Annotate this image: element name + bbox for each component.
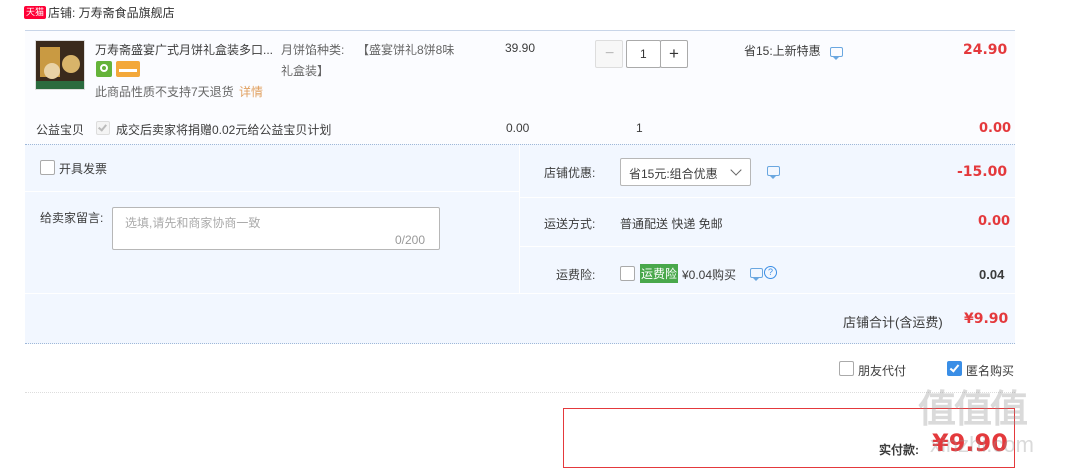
- chevron-down-icon: [730, 164, 742, 176]
- quantity-input[interactable]: 1: [626, 40, 661, 68]
- watermark-url: xinzhi.com: [930, 432, 1034, 457]
- charity-checkbox[interactable]: [96, 121, 110, 135]
- friend-pay-checkbox[interactable]: [839, 361, 854, 376]
- quantity-stepper: − 1 +: [595, 40, 691, 68]
- insurance-badge: 运费险: [640, 264, 679, 283]
- charity-label: 公益宝贝: [36, 123, 85, 137]
- anonymous-label: 匿名购买: [966, 364, 1015, 378]
- message-input[interactable]: 选填,请先和商家协商一致 0/200: [112, 207, 440, 250]
- shop-name-link[interactable]: 店铺: 万寿斋食品旗舰店: [48, 4, 175, 21]
- column-divider: [519, 145, 520, 293]
- friend-pay-label: 朋友代付: [858, 364, 907, 378]
- shipping-label: 运送方式:: [544, 217, 596, 231]
- invoice-checkbox[interactable]: [40, 160, 55, 175]
- shipping-amount: 0.00: [978, 214, 1011, 229]
- message-label: 给卖家留言:: [40, 211, 104, 225]
- charity-text: 成交后卖家将捐赠0.02元给公益宝贝计划: [116, 123, 332, 137]
- dotted-separator: [25, 392, 1015, 393]
- shop-discount-label: 店铺优惠:: [544, 166, 596, 180]
- shop-total-label: 店铺合计(含运费): [843, 315, 943, 330]
- charity-total: 0.00: [979, 121, 1012, 136]
- insurance-amount: 0.04: [979, 267, 1005, 282]
- shop-discount-amount: -15.00: [957, 164, 1008, 180]
- product-title-link[interactable]: 万寿斋盛宴广式月饼礼盒装多口...: [95, 41, 273, 58]
- shipping-value: 普通配送 快递 免邮: [620, 217, 723, 231]
- left-divider-1: [25, 191, 519, 192]
- spec-label: 月饼馅种类:: [281, 43, 345, 57]
- message-placeholder: 选填,请先和商家协商一致: [125, 216, 261, 230]
- discount-chat-icon[interactable]: [767, 166, 780, 179]
- shop-total-amount: ¥9.90: [964, 311, 1009, 327]
- promo-text: 省15:上新特惠: [744, 44, 821, 58]
- item-subtotal: 24.90: [963, 42, 1008, 58]
- help-icon[interactable]: ?: [764, 266, 777, 279]
- insurance-label: 运费险:: [556, 268, 596, 282]
- insurance-checkbox[interactable]: [620, 266, 635, 281]
- insurance-chat-icon[interactable]: [750, 268, 763, 281]
- no-return-notice: 此商品性质不支持7天退货: [95, 85, 234, 99]
- tmall-badge: 天猫: [24, 6, 47, 19]
- watermark-logo: 值值值: [918, 389, 1028, 431]
- shop-discount-select[interactable]: 省15元:组合优惠: [620, 158, 751, 186]
- right-divider-1: [520, 197, 1015, 198]
- quality-icon: [96, 61, 112, 77]
- details-link[interactable]: 详情: [239, 83, 263, 100]
- right-divider-2: [520, 246, 1015, 247]
- bottom-divider: [25, 293, 1015, 294]
- shop-header: 天猫 店铺: 万寿斋食品旗舰店: [24, 4, 424, 22]
- charity-price: 0.00: [506, 121, 530, 135]
- decrement-button[interactable]: −: [595, 40, 623, 68]
- charity-quantity: 1: [636, 121, 643, 135]
- insurance-text: ¥0.04购买: [682, 268, 737, 282]
- anonymous-checkbox[interactable]: [947, 361, 962, 376]
- increment-button[interactable]: +: [660, 40, 688, 68]
- credit-card-icon: [116, 61, 140, 77]
- payment-label: 实付款:: [879, 443, 919, 457]
- shop-discount-selected: 省15元:组合优惠: [629, 167, 718, 181]
- spec-value: 【盛宴饼礼8饼8味: [357, 43, 455, 57]
- invoice-label: 开具发票: [59, 162, 108, 176]
- unit-price: 39.90: [505, 41, 536, 55]
- product-image[interactable]: [35, 40, 85, 90]
- message-counter: 0/200: [395, 233, 426, 247]
- chat-icon[interactable]: [830, 47, 843, 60]
- spec-value-continued: 礼盒装】: [281, 64, 330, 78]
